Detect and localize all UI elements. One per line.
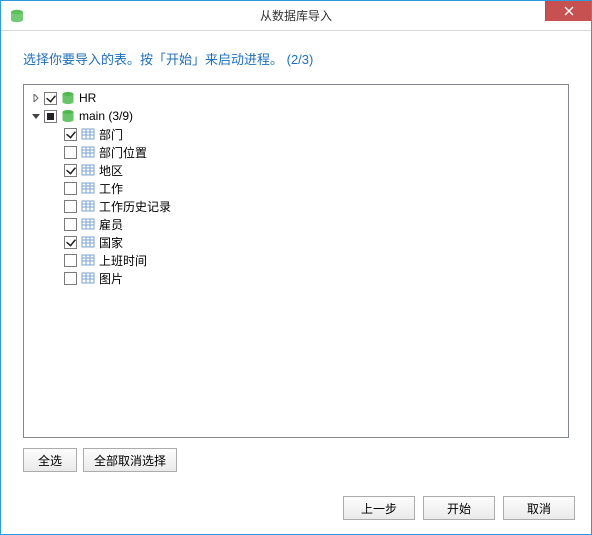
checkbox[interactable] <box>64 146 77 159</box>
table-row[interactable]: 部门位置 <box>26 143 566 161</box>
database-icon <box>61 91 75 105</box>
table-label: 部门位置 <box>99 144 147 161</box>
table-label: 工作 <box>99 180 123 197</box>
close-icon <box>564 6 574 16</box>
table-row[interactable]: 国家 <box>26 233 566 251</box>
start-button[interactable]: 开始 <box>423 496 495 520</box>
selection-buttons: 全选 全部取消选择 <box>23 448 569 472</box>
tree-pane[interactable]: HR main (3/9) 部门部门位置地区工作工作历史记录雇员国家上班时间图片 <box>23 84 569 438</box>
database-icon <box>61 109 75 123</box>
table-row[interactable]: 部门 <box>26 125 566 143</box>
table-label: 上班时间 <box>99 252 147 269</box>
table-icon <box>81 163 95 177</box>
dialog-content: 选择你要导入的表。按「开始」来启动进程。 (2/3) HR <box>1 31 591 484</box>
table-label: 部门 <box>99 126 123 143</box>
table-row[interactable]: 上班时间 <box>26 251 566 269</box>
db-label: main (3/9) <box>79 109 133 123</box>
table-label: 雇员 <box>99 216 123 233</box>
table-row[interactable]: 地区 <box>26 161 566 179</box>
close-button[interactable] <box>545 1 591 21</box>
checkbox[interactable] <box>64 164 77 177</box>
table-row[interactable]: 工作历史记录 <box>26 197 566 215</box>
table-icon <box>81 127 95 141</box>
main-tables: 部门部门位置地区工作工作历史记录雇员国家上班时间图片 <box>26 125 566 287</box>
table-row[interactable]: 雇员 <box>26 215 566 233</box>
checkbox[interactable] <box>44 92 57 105</box>
app-icon <box>9 8 25 24</box>
cancel-button[interactable]: 取消 <box>503 496 575 520</box>
table-icon <box>81 235 95 249</box>
checkbox[interactable] <box>64 218 77 231</box>
table-icon <box>81 199 95 213</box>
expand-icon[interactable] <box>30 92 42 104</box>
table-label: 国家 <box>99 234 123 251</box>
deselect-all-button[interactable]: 全部取消选择 <box>83 448 177 472</box>
checkbox[interactable] <box>64 272 77 285</box>
window-title: 从数据库导入 <box>1 7 591 24</box>
title-bar: 从数据库导入 <box>1 1 591 31</box>
dialog-window: 从数据库导入 选择你要导入的表。按「开始」来启动进程。 (2/3) HR <box>0 0 592 535</box>
checkbox[interactable] <box>64 254 77 267</box>
db-count: (3/9) <box>108 109 133 123</box>
table-icon <box>81 253 95 267</box>
select-all-button[interactable]: 全选 <box>23 448 77 472</box>
table-icon <box>81 217 95 231</box>
back-button[interactable]: 上一步 <box>343 496 415 520</box>
table-icon <box>81 181 95 195</box>
db-row-main[interactable]: main (3/9) <box>26 107 566 125</box>
dialog-footer: 上一步 开始 取消 <box>1 484 591 534</box>
table-label: 地区 <box>99 162 123 179</box>
checkbox[interactable] <box>64 236 77 249</box>
db-row-hr[interactable]: HR <box>26 89 566 107</box>
table-label: 图片 <box>99 270 123 287</box>
collapse-icon[interactable] <box>30 110 42 122</box>
db-label: HR <box>79 91 96 105</box>
checkbox[interactable] <box>64 182 77 195</box>
db-name: main <box>79 109 105 123</box>
checkbox[interactable] <box>64 200 77 213</box>
table-icon <box>81 271 95 285</box>
table-row[interactable]: 图片 <box>26 269 566 287</box>
checkbox[interactable] <box>64 128 77 141</box>
instruction-text: 选择你要导入的表。按「开始」来启动进程。 (2/3) <box>23 49 569 68</box>
table-row[interactable]: 工作 <box>26 179 566 197</box>
table-icon <box>81 145 95 159</box>
table-label: 工作历史记录 <box>99 198 171 215</box>
checkbox[interactable] <box>44 110 57 123</box>
